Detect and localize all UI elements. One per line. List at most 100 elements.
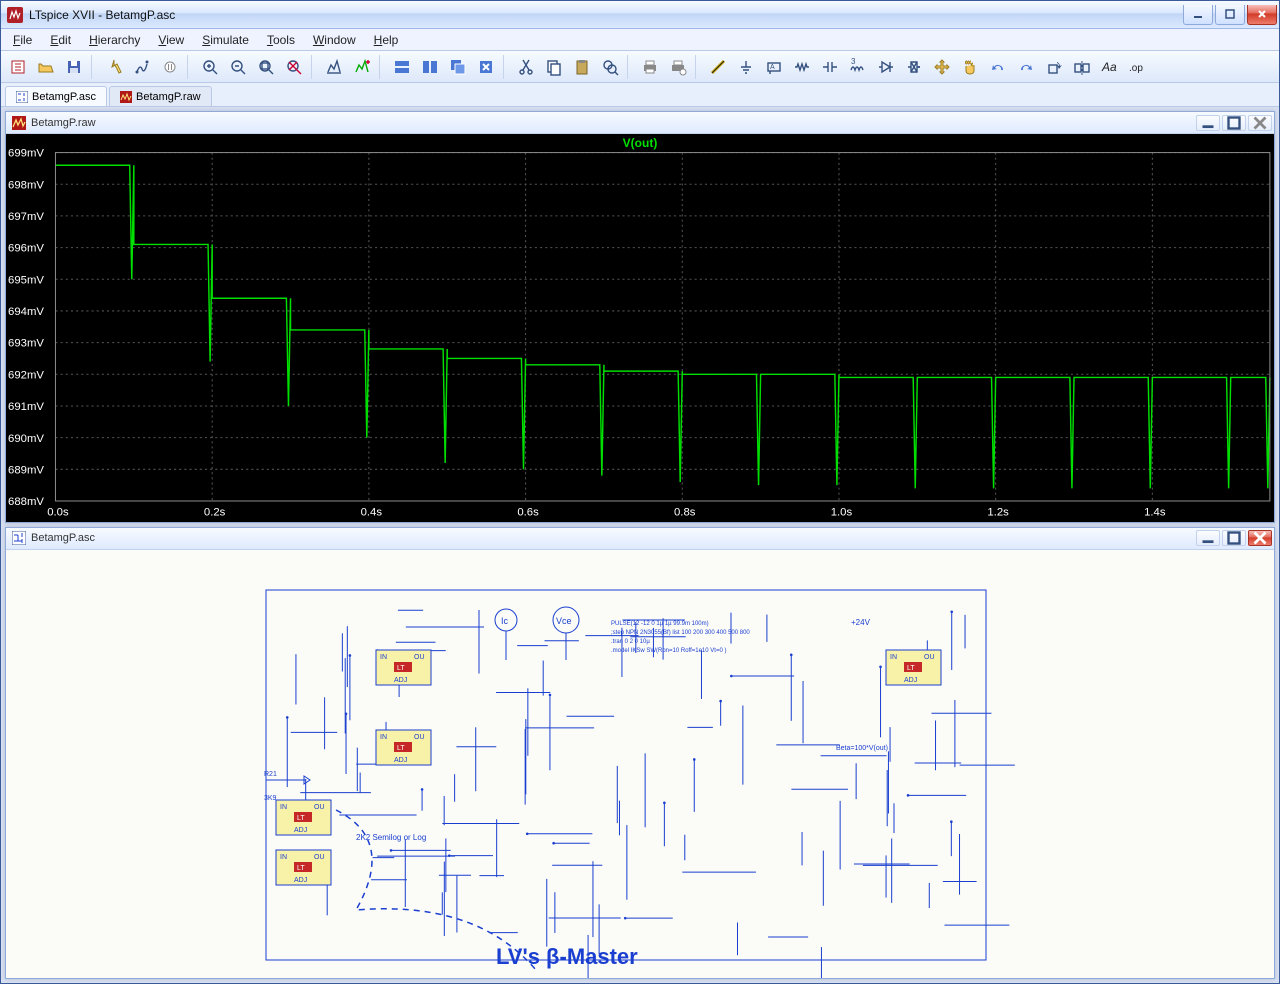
svg-text:ADJ: ADJ xyxy=(904,677,917,684)
svg-text:IN: IN xyxy=(380,734,387,741)
svg-text:0.8s: 0.8s xyxy=(674,506,696,518)
subwin-maximize-button[interactable] xyxy=(1222,530,1246,546)
menu-edit[interactable]: Edit xyxy=(42,31,79,49)
mirror-icon[interactable] xyxy=(1069,54,1095,80)
svg-text:3: 3 xyxy=(851,58,856,66)
document-tabstrip: BetamgP.ascBetamgP.raw xyxy=(1,83,1279,107)
paste-icon[interactable] xyxy=(569,54,595,80)
diode-icon[interactable] xyxy=(873,54,899,80)
tab-betamgp-raw[interactable]: BetamgP.raw xyxy=(109,86,212,106)
cascade-icon[interactable] xyxy=(445,54,471,80)
svg-text:Vce: Vce xyxy=(556,616,572,626)
spice-directive-icon[interactable]: .op xyxy=(1125,54,1151,80)
tile-v-icon[interactable] xyxy=(417,54,443,80)
component-icon[interactable] xyxy=(901,54,927,80)
waveform-window-titlebar[interactable]: BetamgP.raw xyxy=(6,112,1274,134)
menu-help[interactable]: Help xyxy=(366,31,407,49)
schematic-window-title: BetamgP.asc xyxy=(31,532,95,544)
svg-text:LT: LT xyxy=(397,745,405,752)
svg-text:LT: LT xyxy=(397,665,405,672)
autorange-icon[interactable] xyxy=(321,54,347,80)
subwin-minimize-button[interactable] xyxy=(1196,530,1220,546)
svg-text:1.4s: 1.4s xyxy=(1144,506,1166,518)
svg-text:Ic: Ic xyxy=(501,616,509,626)
svg-text:699mV: 699mV xyxy=(8,148,44,160)
text-icon[interactable]: Aa xyxy=(1097,54,1123,80)
print-icon[interactable] xyxy=(637,54,663,80)
save-icon[interactable] xyxy=(61,54,87,80)
svg-text:OU: OU xyxy=(314,854,325,861)
move-icon[interactable] xyxy=(929,54,955,80)
svg-text:0.0s: 0.0s xyxy=(47,506,69,518)
close-all-icon[interactable] xyxy=(473,54,499,80)
zoom-in-icon[interactable] xyxy=(197,54,223,80)
svg-text:688mV: 688mV xyxy=(8,496,44,508)
menu-hierarchy[interactable]: Hierarchy xyxy=(81,31,148,49)
minimize-button[interactable] xyxy=(1183,5,1213,25)
svg-text:0.2s: 0.2s xyxy=(204,506,226,518)
copy-icon[interactable] xyxy=(541,54,567,80)
run-icon[interactable] xyxy=(129,54,155,80)
menu-window[interactable]: Window xyxy=(305,31,364,49)
svg-text:693mV: 693mV xyxy=(8,338,44,350)
open-icon[interactable] xyxy=(33,54,59,80)
svg-text:PULSE(12 -12 0 1µ 1µ 99.9m 100: PULSE(12 -12 0 1µ 1µ 99.9m 100m) xyxy=(611,621,709,627)
new-schematic-icon[interactable] xyxy=(5,54,31,80)
svg-text:691mV: 691mV xyxy=(8,401,44,413)
svg-text:694mV: 694mV xyxy=(8,306,44,318)
svg-text:IN: IN xyxy=(280,804,287,811)
subwin-close-button[interactable] xyxy=(1248,115,1272,131)
tab-betamgp-asc[interactable]: BetamgP.asc xyxy=(5,86,107,106)
zoom-out-icon[interactable] xyxy=(225,54,251,80)
add-trace-icon[interactable] xyxy=(349,54,375,80)
schematic-window-titlebar[interactable]: BetamgP.asc xyxy=(6,528,1274,550)
schematic-canvas[interactable]: LTINOUADJLTINOUADJLTINOUADJLTINOUADJLTIN… xyxy=(6,550,1274,978)
menu-simulate[interactable]: Simulate xyxy=(194,31,257,49)
capacitor-icon[interactable] xyxy=(817,54,843,80)
svg-text:OU: OU xyxy=(414,654,425,661)
redo-icon[interactable] xyxy=(1013,54,1039,80)
menu-bar: FileEditHierarchyViewSimulateToolsWindow… xyxy=(1,29,1279,51)
pick-icon[interactable] xyxy=(101,54,127,80)
waveform-tab-icon xyxy=(12,116,26,130)
trace-label[interactable]: V(out) xyxy=(623,136,658,150)
waveform-plot[interactable]: V(out) 688mV689mV690mV691mV692mV693mV694… xyxy=(6,134,1274,522)
ground-icon[interactable] xyxy=(733,54,759,80)
menu-file[interactable]: File xyxy=(5,31,40,49)
cut-icon[interactable] xyxy=(513,54,539,80)
zoom-fit-icon[interactable] xyxy=(253,54,279,80)
svg-text:.tran 0 2 0 10µ: .tran 0 2 0 10µ xyxy=(611,639,650,645)
svg-text:OU: OU xyxy=(414,734,425,741)
rotate-icon[interactable] xyxy=(1041,54,1067,80)
find-icon[interactable] xyxy=(597,54,623,80)
zoom-box-icon[interactable] xyxy=(281,54,307,80)
inductor-icon[interactable]: 3 xyxy=(845,54,871,80)
maximize-button[interactable] xyxy=(1215,5,1245,25)
label-net-icon[interactable]: A xyxy=(761,54,787,80)
svg-text:0.6s: 0.6s xyxy=(517,506,539,518)
svg-text:1.0s: 1.0s xyxy=(831,506,853,518)
menu-view[interactable]: View xyxy=(150,31,192,49)
svg-text:OU: OU xyxy=(924,654,935,661)
subwin-close-button[interactable] xyxy=(1248,530,1272,546)
resistor-icon[interactable] xyxy=(789,54,815,80)
halt-icon[interactable] xyxy=(157,54,183,80)
drag-icon[interactable] xyxy=(957,54,983,80)
schematic-tab-icon xyxy=(12,531,26,545)
draw-wire-icon[interactable] xyxy=(705,54,731,80)
titlebar: LTspice XVII - BetamgP.asc xyxy=(1,1,1279,29)
tile-h-icon[interactable] xyxy=(389,54,415,80)
undo-icon[interactable] xyxy=(985,54,1011,80)
svg-text:LT: LT xyxy=(907,665,915,672)
svg-text:3K9: 3K9 xyxy=(264,795,277,802)
subwin-minimize-button[interactable] xyxy=(1196,115,1220,131)
svg-text:696mV: 696mV xyxy=(8,243,44,255)
close-button[interactable] xyxy=(1247,5,1277,25)
svg-text:ADJ: ADJ xyxy=(394,757,407,764)
menu-tools[interactable]: Tools xyxy=(259,31,303,49)
print-setup-icon[interactable] xyxy=(665,54,691,80)
svg-text:0.4s: 0.4s xyxy=(361,506,383,518)
waveform-window-title: BetamgP.raw xyxy=(31,117,96,129)
svg-text:697mV: 697mV xyxy=(8,211,44,223)
subwin-maximize-button[interactable] xyxy=(1222,115,1246,131)
